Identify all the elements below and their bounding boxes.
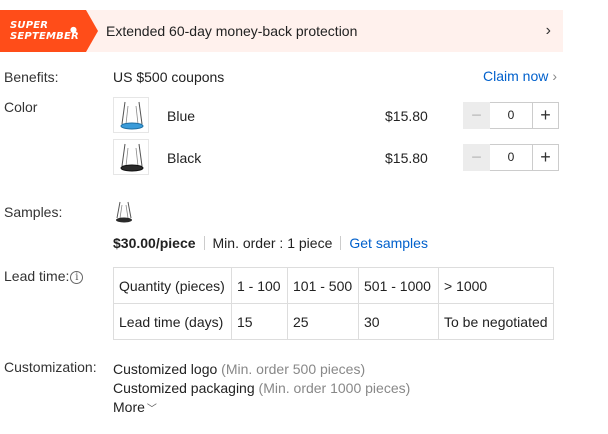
variant-name: Black: [167, 150, 202, 166]
increment-button[interactable]: +: [532, 102, 559, 129]
swing-black-icon: [120, 143, 144, 172]
banner-text: Extended 60-day money-back protection: [106, 23, 358, 39]
more-button[interactable]: More ﹀: [113, 399, 157, 415]
sample-min-order: Min. order : 1 piece: [212, 235, 333, 251]
table-row: Lead time (days) 15 25 30 To be negotiat…: [113, 303, 554, 340]
table-cell: To be negotiated: [438, 303, 554, 340]
table-row: Quantity (pieces) 1 - 100 101 - 500 501 …: [113, 267, 554, 304]
promo-banner[interactable]: SUPER SEPTEMBER ● Extended 60-day money-…: [0, 10, 563, 52]
customization-note: (Min. order 1000 pieces): [258, 380, 411, 396]
quantity-stepper-black[interactable]: − 0 +: [463, 144, 559, 171]
samples-label: Samples:: [4, 204, 63, 220]
variant-name: Blue: [167, 108, 196, 124]
swing-blue-icon: [120, 101, 144, 130]
customization-note: (Min. order 500 pieces): [221, 361, 366, 377]
super-september-badge: SUPER SEPTEMBER ●: [0, 10, 98, 52]
more-label: More: [113, 399, 145, 415]
benefits-value: US $500 coupons: [113, 69, 225, 85]
table-cell: 501 - 1000: [358, 267, 439, 304]
decrement-button[interactable]: −: [463, 102, 490, 129]
table-cell: Quantity (pieces): [113, 267, 232, 304]
variant-price: $15.80: [385, 108, 428, 124]
table-cell: 15: [231, 303, 288, 340]
sample-product-icon: [113, 200, 135, 224]
divider: [340, 236, 342, 250]
quantity-input[interactable]: 0: [490, 102, 532, 129]
customization-name: Customized packaging: [113, 380, 255, 396]
quantity-stepper-blue[interactable]: − 0 +: [463, 102, 559, 129]
get-samples-link[interactable]: Get samples: [349, 235, 428, 251]
chevron-down-icon: ﹀: [146, 404, 157, 415]
badge-dot-icon: ●: [70, 25, 78, 34]
lead-time-label-text: Lead time:: [4, 268, 70, 284]
table-cell: Lead time (days): [113, 303, 232, 340]
lead-time-table: Quantity (pieces) 1 - 100 101 - 500 501 …: [113, 267, 554, 340]
sample-info-row: $30.00/piece Min. order : 1 piece Get sa…: [113, 235, 428, 251]
table-cell: > 1000: [438, 267, 554, 304]
claim-now-link[interactable]: Claim now ›: [483, 68, 557, 84]
variant-thumbnail-blue[interactable]: [113, 97, 149, 133]
quantity-input[interactable]: 0: [490, 144, 532, 171]
table-cell: 25: [287, 303, 359, 340]
increment-button[interactable]: +: [532, 144, 559, 171]
benefits-label: Benefits:: [4, 69, 59, 85]
table-cell: 1 - 100: [231, 267, 288, 304]
decrement-button[interactable]: −: [463, 144, 490, 171]
table-cell: 30: [358, 303, 439, 340]
customization-label: Customization:: [4, 359, 97, 375]
variant-thumbnail-black[interactable]: [113, 139, 149, 175]
chevron-right-icon: ›: [552, 68, 558, 84]
sample-price: $30.00/piece: [113, 235, 196, 251]
divider: [203, 236, 205, 250]
table-cell: 101 - 500: [287, 267, 359, 304]
claim-now-label: Claim now: [483, 68, 549, 84]
lead-time-label: Lead time: i: [4, 268, 84, 284]
customization-item: Customized packaging (Min. order 1000 pi…: [113, 380, 410, 396]
chevron-right-icon[interactable]: ›: [546, 22, 551, 40]
customization-name: Customized logo: [113, 361, 218, 377]
color-label: Color: [4, 99, 38, 115]
customization-item: Customized logo (Min. order 500 pieces): [113, 361, 365, 377]
variant-price: $15.80: [385, 150, 428, 166]
info-icon[interactable]: i: [70, 271, 84, 284]
